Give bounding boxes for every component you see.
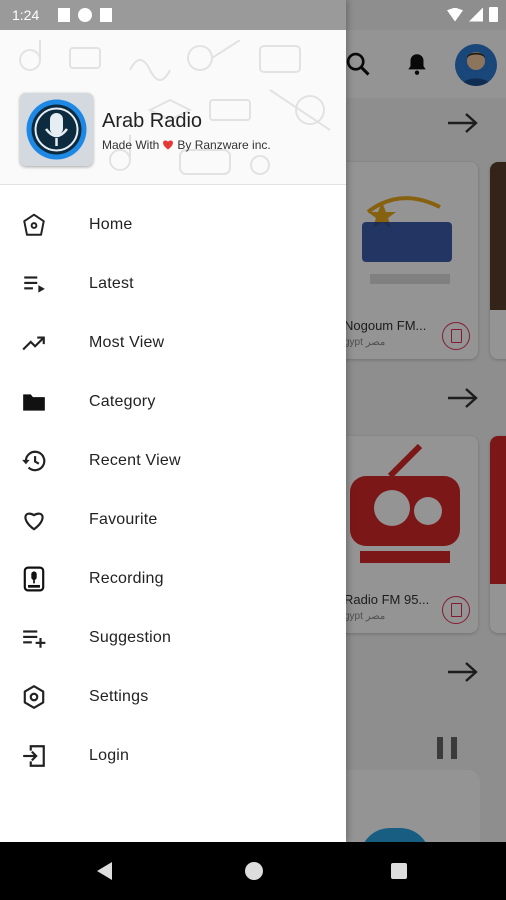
menu-label: Recent View (89, 451, 181, 469)
menu-label: Recording (89, 570, 164, 588)
menu-label: Most View (89, 333, 165, 351)
wifi-icon (447, 7, 463, 22)
menu-label: Favourite (89, 511, 158, 529)
menu-label: Suggestion (89, 629, 172, 647)
app-name: Arab Radio (102, 110, 203, 132)
notification-icon (78, 8, 92, 22)
settings-icon (23, 685, 45, 710)
back-icon[interactable] (97, 862, 112, 880)
menu-label: Settings (89, 688, 149, 706)
folder-icon (23, 394, 45, 411)
menu-label: Latest (89, 274, 134, 292)
navigation-drawer: Arab Radio Made With By Ranzware inc. Hom… (0, 0, 346, 842)
login-icon (23, 745, 45, 768)
menu-item-settings[interactable]: Settings (0, 668, 346, 727)
trending-up-icon (22, 336, 45, 351)
signal-icon (469, 7, 483, 22)
home-button-icon[interactable] (245, 862, 263, 880)
recent-apps-icon[interactable] (391, 863, 407, 879)
tagline-prefix: Made With (102, 138, 160, 152)
app-logo (20, 93, 93, 166)
notification-icons (58, 8, 112, 22)
heart-icon (163, 140, 174, 150)
status-bar: 1:24 (0, 0, 506, 30)
recorder-icon (23, 566, 45, 592)
app-tagline: Made With By Ranzware inc. (102, 138, 271, 152)
tagline-suffix: By Ranzware inc. (177, 138, 271, 152)
menu-item-category[interactable]: Category (0, 372, 346, 431)
menu-item-favourite[interactable]: Favourite (0, 490, 346, 549)
status-time: 1:24 (12, 7, 40, 23)
notification-icon (58, 8, 70, 22)
menu-item-most-view[interactable]: Most View (0, 313, 346, 372)
playlist-add-icon (23, 630, 46, 648)
playlist-play-icon (24, 276, 45, 293)
menu-label: Login (89, 747, 130, 765)
menu-item-login[interactable]: Login (0, 727, 346, 786)
battery-icon (489, 7, 498, 22)
drawer-menu: Home Latest Most View Category Recent Vi… (0, 195, 346, 786)
menu-item-recent-view[interactable]: Recent View (0, 431, 346, 490)
menu-item-latest[interactable]: Latest (0, 254, 346, 313)
heart-icon (24, 512, 44, 531)
menu-item-home[interactable]: Home (0, 195, 346, 254)
menu-item-recording[interactable]: Recording (0, 550, 346, 609)
menu-label: Home (89, 215, 133, 233)
sd-card-icon (100, 8, 112, 22)
menu-item-suggestion[interactable]: Suggestion (0, 609, 346, 668)
history-icon (22, 450, 46, 472)
system-icons (447, 7, 498, 22)
menu-label: Category (89, 392, 156, 410)
home-icon (23, 213, 45, 236)
